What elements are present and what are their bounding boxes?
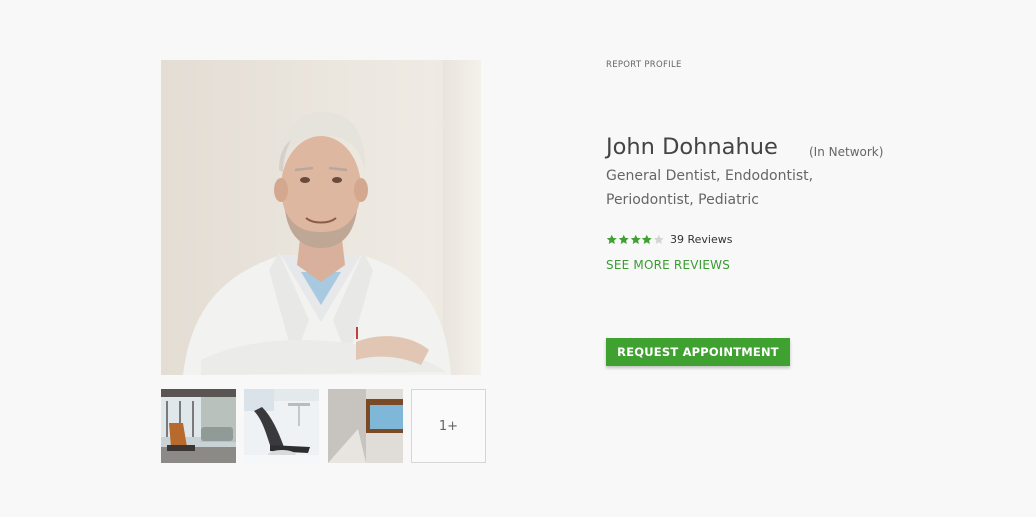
- star-filled-icon: [630, 234, 641, 244]
- photo-gallery: 1+: [161, 389, 486, 463]
- star-rating: [606, 234, 665, 245]
- request-appointment-button[interactable]: REQUEST APPOINTMENT: [606, 338, 790, 366]
- doctor-specialties: General Dentist, Endodontist, Periodonti…: [606, 168, 814, 208]
- reviews-count[interactable]: 39 Reviews: [670, 233, 732, 246]
- report-profile-link[interactable]: REPORT PROFILE: [606, 60, 682, 70]
- doctor-name: John Dohnahue: [606, 134, 778, 160]
- network-status: (In Network): [809, 145, 884, 159]
- star-filled-icon: [618, 234, 629, 244]
- star-filled-icon: [642, 234, 653, 244]
- gallery-thumb-dental-chair[interactable]: [244, 389, 319, 463]
- gallery-more-button[interactable]: 1+: [411, 389, 486, 463]
- rating-row: 39 Reviews: [606, 232, 732, 246]
- doctor-portrait: [183, 112, 451, 375]
- doctor-photo: [161, 60, 481, 375]
- see-more-reviews-link[interactable]: SEE MORE REVIEWS: [606, 258, 730, 272]
- gallery-thumb-lounge[interactable]: [161, 389, 236, 463]
- star-empty-icon: [653, 234, 664, 244]
- star-filled-icon: [606, 234, 617, 244]
- gallery-thumb-window[interactable]: [328, 389, 403, 463]
- gallery-more-label: 1+: [438, 418, 459, 434]
